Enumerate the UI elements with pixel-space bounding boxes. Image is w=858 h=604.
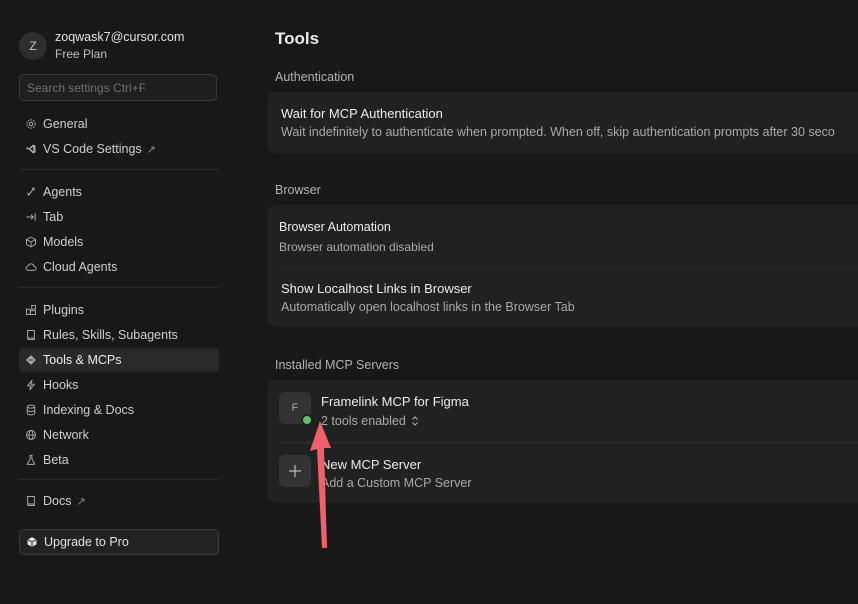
settings-sidebar: Z zoqwask7@cursor.com Free Plan General … [0, 0, 232, 604]
sidebar-item-label: VS Code Settings [43, 142, 142, 156]
section-label-authentication: Authentication [275, 70, 355, 84]
new-server-title: New MCP Server [321, 457, 422, 472]
settings-search [19, 74, 217, 101]
new-server-description: Add a Custom MCP Server [321, 476, 472, 490]
setting-row-browser-automation[interactable]: Browser Automation Browser automation di… [267, 205, 858, 266]
sidebar-item-plugins[interactable]: Plugins [19, 298, 219, 322]
section-label-mcp-servers: Installed MCP Servers [275, 358, 400, 372]
cube-icon [19, 236, 43, 248]
sidebar-item-tools-mcps[interactable]: Tools & MCPs [19, 348, 219, 372]
sidebar-item-general[interactable]: General [19, 112, 219, 136]
book-icon [19, 329, 43, 341]
sidebar-item-label: Network [43, 428, 89, 442]
setting-title: Show Localhost Links in Browser [281, 281, 472, 296]
sidebar-divider [19, 479, 219, 480]
sidebar-item-label: Beta [43, 453, 69, 467]
setting-row-wait-mcp-auth[interactable]: Wait for MCP Authentication Wait indefin… [267, 92, 858, 153]
sidebar-divider [19, 287, 219, 288]
tab-icon [19, 211, 43, 223]
setting-description: Wait indefinitely to authenticate when p… [281, 125, 835, 139]
sidebar-item-label: Indexing & Docs [43, 403, 135, 417]
globe-icon [19, 429, 43, 441]
authentication-card: Wait for MCP Authentication Wait indefin… [267, 92, 858, 153]
sidebar-item-label: Plugins [43, 303, 84, 317]
setting-description: Automatically open localhost links in th… [281, 300, 575, 314]
sidebar-item-label: Tab [43, 210, 64, 224]
setting-title: Wait for MCP Authentication [281, 106, 443, 121]
tools-icon [19, 354, 43, 366]
external-link-icon: ↗ [76, 495, 86, 508]
sidebar-item-label: Tools & MCPs [43, 353, 122, 367]
cloud-icon [19, 261, 43, 273]
setting-row-localhost-links[interactable]: Show Localhost Links in Browser Automati… [267, 268, 858, 327]
bolt-icon [19, 379, 43, 391]
status-connected-icon [301, 414, 313, 426]
gear-icon [19, 118, 43, 130]
sidebar-item-cloud-agents[interactable]: Cloud Agents [19, 255, 219, 279]
section-label-browser: Browser [275, 183, 321, 197]
browser-card: Browser Automation Browser automation di… [267, 205, 858, 327]
docs-icon [19, 495, 43, 507]
mcp-servers-card: F Framelink MCP for Figma 2 tools enable… [267, 380, 858, 503]
tools-enabled-label: 2 tools enabled [321, 414, 406, 428]
chevron-updown-icon [411, 416, 418, 426]
sidebar-item-label: Hooks [43, 378, 79, 392]
new-mcp-server-button[interactable]: New MCP Server Add a Custom MCP Server [267, 443, 858, 503]
vscode-icon [19, 143, 43, 155]
external-link-icon: ↗ [146, 143, 156, 156]
user-plan: Free Plan [55, 47, 108, 61]
flask-icon [19, 454, 43, 466]
user-email: zoqwask7@cursor.com [55, 30, 185, 44]
server-name: Framelink MCP for Figma [321, 394, 469, 409]
sidebar-item-label: Agents [43, 185, 82, 199]
sidebar-item-vscode-settings[interactable]: VS Code Settings ↗ [19, 137, 219, 161]
sidebar-item-label: Models [43, 235, 84, 249]
sidebar-item-label: Docs [43, 494, 72, 508]
database-icon [19, 404, 43, 416]
setting-description: Browser automation disabled [279, 240, 434, 254]
cube-icon [20, 536, 44, 548]
sidebar-item-hooks[interactable]: Hooks [19, 373, 219, 397]
sidebar-divider [19, 169, 219, 170]
agents-icon [19, 186, 43, 198]
sidebar-item-tab[interactable]: Tab [19, 205, 219, 229]
avatar: Z [19, 32, 47, 60]
sidebar-item-beta[interactable]: Beta [19, 448, 219, 472]
sidebar-item-rules-skills-subagents[interactable]: Rules, Skills, Subagents [19, 323, 219, 347]
user-profile[interactable]: Z zoqwask7@cursor.com Free Plan [19, 29, 184, 63]
search-input[interactable] [20, 75, 216, 100]
plugins-icon [19, 304, 43, 316]
upgrade-label: Upgrade to Pro [44, 535, 129, 549]
sidebar-item-label: Rules, Skills, Subagents [43, 328, 178, 342]
settings-main: Tools Authentication Wait for MCP Authen… [232, 0, 858, 604]
setting-title: Browser Automation [279, 220, 391, 234]
plus-icon [279, 455, 311, 487]
sidebar-item-docs[interactable]: Docs ↗ [19, 489, 219, 513]
mcp-server-row[interactable]: F Framelink MCP for Figma 2 tools enable… [267, 380, 858, 442]
tools-enabled-toggle[interactable]: 2 tools enabled [321, 414, 419, 428]
sidebar-item-models[interactable]: Models [19, 230, 219, 254]
sidebar-item-agents[interactable]: Agents [19, 180, 219, 204]
sidebar-item-network[interactable]: Network [19, 423, 219, 447]
sidebar-item-indexing-docs[interactable]: Indexing & Docs [19, 398, 219, 422]
upgrade-button[interactable]: Upgrade to Pro [19, 529, 219, 555]
sidebar-item-label: Cloud Agents [43, 260, 118, 274]
sidebar-item-label: General [43, 117, 88, 131]
page-title: Tools [275, 29, 320, 48]
